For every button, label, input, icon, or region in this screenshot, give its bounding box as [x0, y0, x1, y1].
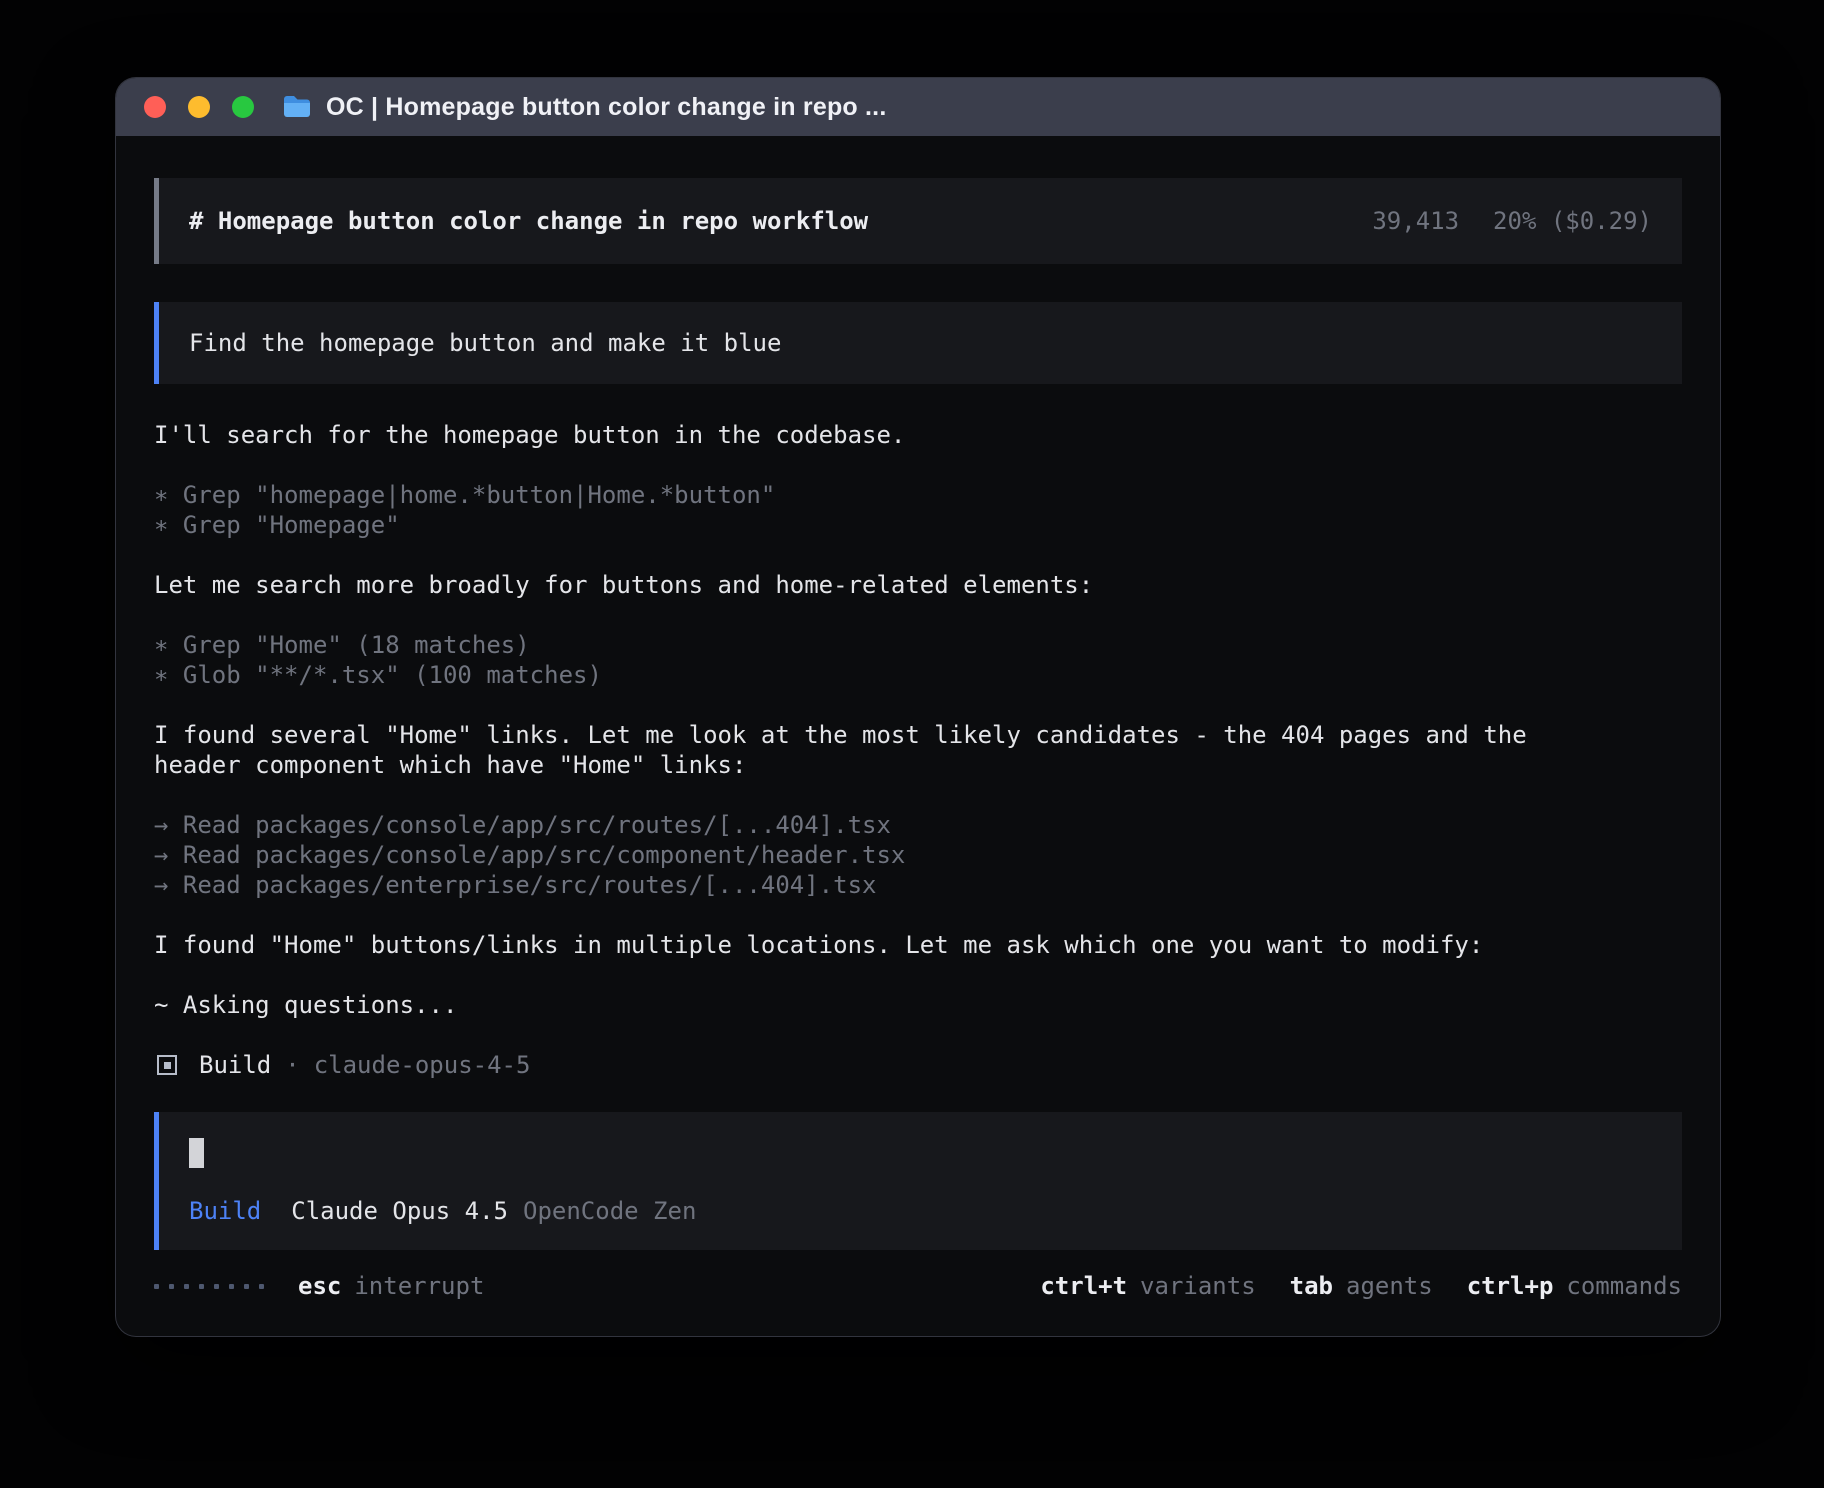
- input-model: Claude Opus 4.5: [291, 1196, 508, 1226]
- statusbar-right: ctrl+t variants tab agents ctrl+p commands: [1040, 1271, 1682, 1301]
- spinner-dot: [154, 1284, 159, 1289]
- transcript: I'll search for the homepage button in t…: [154, 420, 1584, 1020]
- transcript-line: I'll search for the homepage button in t…: [154, 420, 1584, 450]
- input-mode: Build: [189, 1196, 261, 1226]
- transcript-blank-line: [154, 450, 1584, 480]
- statusbar-left: esc interrupt: [154, 1271, 484, 1301]
- transcript-line: → Read packages/console/app/src/routes/[…: [154, 810, 1584, 840]
- input-meta-row: Build Claude Opus 4.5 OpenCode Zen: [189, 1196, 1652, 1226]
- shortcut-label: variants: [1140, 1271, 1256, 1301]
- session-header: # Homepage button color change in repo w…: [154, 178, 1682, 264]
- transcript-line: → Read packages/console/app/src/componen…: [154, 840, 1584, 870]
- session-title: # Homepage button color change in repo w…: [189, 206, 868, 236]
- window-titlebar[interactable]: OC | Homepage button color change in rep…: [116, 78, 1720, 136]
- agent-status-row: Build · claude-opus-4-5: [154, 1050, 1682, 1080]
- statusbar: esc interrupt ctrl+tvariantstabagentsctr…: [154, 1268, 1682, 1304]
- transcript-line: I found "Home" buttons/links in multiple…: [154, 930, 1584, 960]
- shortcut-label: commands: [1566, 1271, 1682, 1301]
- transcript-blank-line: [154, 600, 1584, 630]
- prompt-input[interactable]: Build Claude Opus 4.5 OpenCode Zen: [154, 1112, 1682, 1250]
- spinner-dot: [214, 1284, 219, 1289]
- statusbar-shortcut-agents: tab agents: [1290, 1271, 1433, 1301]
- transcript-line: I found several "Home" links. Let me loo…: [154, 720, 1584, 780]
- spinner-dot: [184, 1284, 189, 1289]
- transcript-line: ∗ Grep "homepage|home.*button|Home.*butt…: [154, 480, 1584, 510]
- transcript-line: ∗ Glob "**/*.tsx" (100 matches): [154, 660, 1584, 690]
- transcript-blank-line: [154, 960, 1584, 990]
- window-title-area: OC | Homepage button color change in rep…: [282, 93, 886, 122]
- spinner-dots: [154, 1284, 264, 1289]
- window-title: OC | Homepage button color change in rep…: [326, 93, 886, 122]
- agent-separator: ·: [285, 1050, 299, 1080]
- maximize-button[interactable]: [232, 96, 254, 118]
- spinner-dot: [259, 1284, 264, 1289]
- esc-label: interrupt: [354, 1271, 484, 1301]
- terminal-window: OC | Homepage button color change in rep…: [116, 78, 1720, 1336]
- statusbar-shortcut-commands: ctrl+p commands: [1467, 1271, 1682, 1301]
- agent-model: claude-opus-4-5: [314, 1050, 531, 1080]
- close-button[interactable]: [144, 96, 166, 118]
- transcript-line: Let me search more broadly for buttons a…: [154, 570, 1584, 600]
- user-message-text: Find the homepage button and make it blu…: [189, 328, 781, 358]
- transcript-line: ∗ Grep "Home" (18 matches): [154, 630, 1584, 660]
- token-count: 39,413: [1372, 206, 1459, 236]
- spinner-dot: [169, 1284, 174, 1289]
- transcript-line: ∗ Grep "Homepage": [154, 510, 1584, 540]
- transcript-blank-line: [154, 780, 1584, 810]
- desktop-background: OC | Homepage button color change in rep…: [0, 0, 1824, 1488]
- agent-icon: [157, 1055, 177, 1075]
- statusbar-shortcut-variants: ctrl+t variants: [1040, 1271, 1255, 1301]
- agent-name: Build: [199, 1050, 271, 1080]
- transcript-line: ~ Asking questions...: [154, 990, 1584, 1020]
- input-provider: OpenCode Zen: [523, 1196, 696, 1226]
- user-message: Find the homepage button and make it blu…: [154, 302, 1682, 384]
- transcript-line: → Read packages/enterprise/src/routes/[.…: [154, 870, 1584, 900]
- shortcut-key: tab: [1290, 1271, 1333, 1301]
- transcript-blank-line: [154, 540, 1584, 570]
- traffic-lights: [144, 96, 254, 118]
- terminal-content: # Homepage button color change in repo w…: [116, 136, 1720, 1304]
- spinner-dot: [199, 1284, 204, 1289]
- shortcut-key: ctrl+p: [1467, 1271, 1554, 1301]
- context-usage: 20% ($0.29): [1493, 206, 1652, 236]
- folder-icon: [282, 94, 312, 120]
- shortcut-label: agents: [1346, 1271, 1433, 1301]
- spinner-dot: [229, 1284, 234, 1289]
- shortcut-key: ctrl+t: [1040, 1271, 1127, 1301]
- transcript-blank-line: [154, 690, 1584, 720]
- transcript-blank-line: [154, 900, 1584, 930]
- esc-key: esc: [298, 1271, 341, 1301]
- minimize-button[interactable]: [188, 96, 210, 118]
- text-cursor: [189, 1138, 204, 1168]
- spinner-dot: [244, 1284, 249, 1289]
- session-stats: 39,413 20% ($0.29): [1372, 206, 1652, 236]
